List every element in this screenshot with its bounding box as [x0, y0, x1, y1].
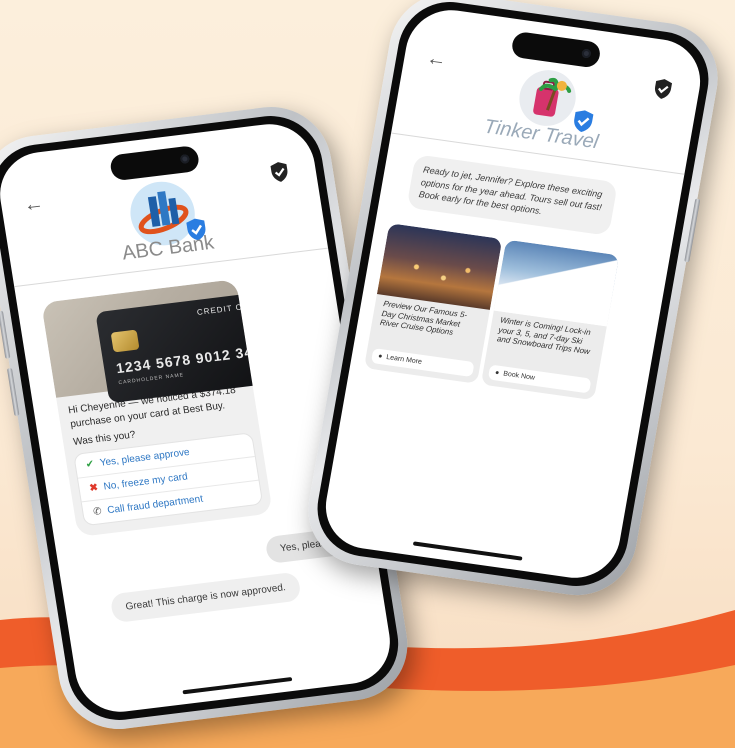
tinker-travel-logo — [514, 66, 581, 130]
action-label: Book Now — [502, 370, 536, 382]
option-label: Call fraud department — [106, 493, 204, 517]
chat-header: ← ABC Bank — [0, 119, 329, 288]
promo-message: Ready to jet, Jennifer? Explore these ex… — [406, 154, 618, 236]
card-chip — [110, 329, 140, 353]
x-icon: ✖ — [88, 482, 99, 495]
carousel-card[interactable]: Preview Our Famous 5-Day Christmas Marke… — [363, 223, 503, 384]
action-label: Learn More — [385, 353, 423, 366]
credit-card-image: CREDIT CARD 1234 5678 9012 3456 CARDHOLD… — [41, 279, 273, 404]
incoming-reply-bubble: Great! This charge is now approved. — [109, 571, 302, 624]
home-indicator[interactable] — [182, 676, 293, 695]
phone-icon: ✆ — [92, 506, 103, 518]
home-indicator[interactable] — [412, 541, 523, 561]
globe-icon: ● — [494, 369, 500, 377]
chat-header: ← Tinker Travel — [391, 4, 708, 175]
credit-card: CREDIT CARD 1234 5678 9012 3456 CARDHOLD… — [95, 291, 273, 404]
fraud-alert-message: CREDIT CARD 1234 5678 9012 3456 CARDHOLD… — [41, 279, 273, 538]
globe-icon: ● — [377, 352, 383, 361]
back-arrow-icon[interactable]: ← — [425, 47, 449, 72]
back-arrow-icon[interactable]: ← — [22, 192, 45, 217]
check-circle-icon: ✔ — [84, 458, 96, 471]
carousel-card[interactable]: Winter is Coming! Lock-in your 3, 5, and… — [480, 239, 620, 401]
shield-check-icon — [270, 162, 288, 182]
card-label: CREDIT CARD — [196, 300, 263, 317]
option-label: No, freeze my card — [102, 471, 189, 493]
shield-check-icon — [654, 79, 673, 99]
